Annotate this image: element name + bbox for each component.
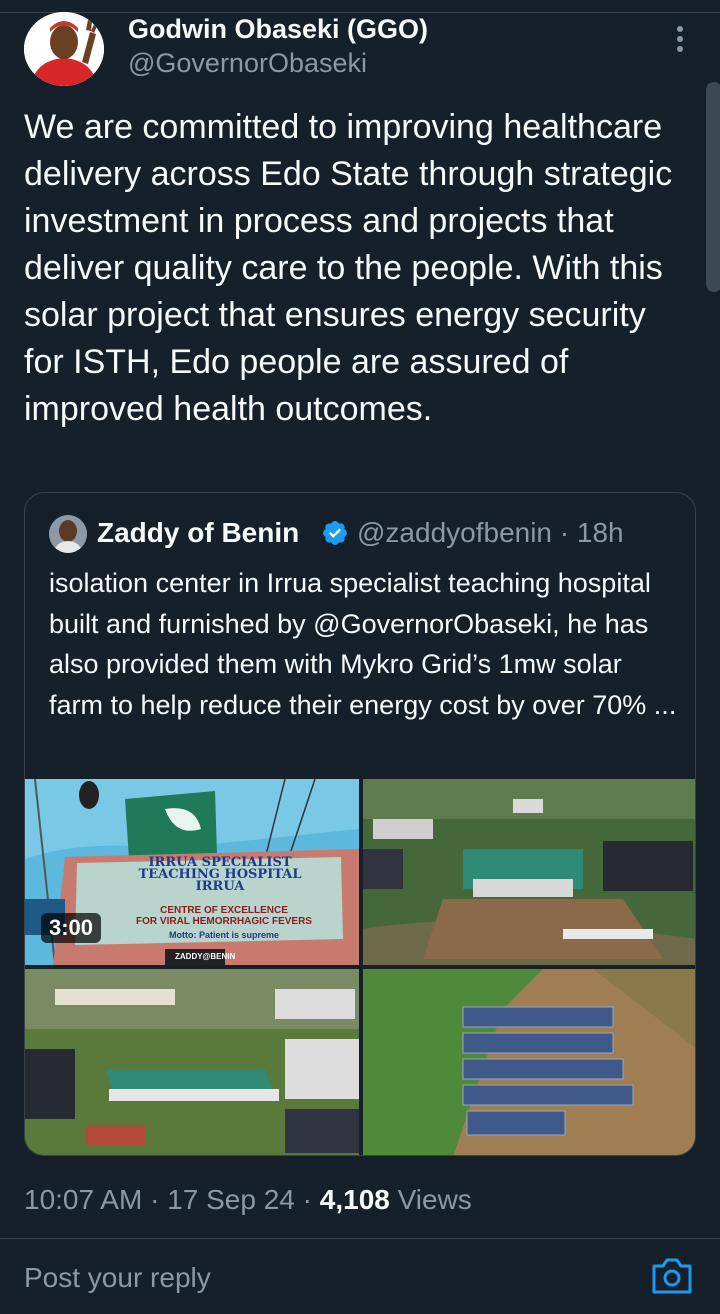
tweet-date[interactable]: 17 Sep 24: [167, 1184, 295, 1215]
more-options-icon[interactable]: [664, 22, 696, 56]
reply-input[interactable]: [24, 1258, 624, 1298]
tweet-meta: 10:07 AM · 17 Sep 24 · 4,108 Views: [24, 1184, 472, 1216]
sign-header: IRRUA SPECIALIST TEACHING HOSPITAL IRRUA: [95, 856, 345, 894]
image-solar-farm[interactable]: [363, 969, 695, 1155]
video-thumbnail-sign[interactable]: IRRUA SPECIALIST TEACHING HOSPITAL IRRUA…: [25, 779, 359, 965]
sign-line-4: CENTRE OF EXCELLENCE: [160, 905, 288, 916]
quote-author-avatar[interactable]: [49, 515, 87, 553]
top-divider: [0, 12, 720, 13]
separator: ·: [552, 517, 577, 548]
sign-body: CENTRE OF EXCELLENCE FOR VIRAL HEMORRHAG…: [109, 905, 339, 941]
sign-line-5: FOR VIRAL HEMORRHAGIC FEVERS: [136, 916, 312, 927]
tweet-time[interactable]: 10:07 AM: [24, 1184, 142, 1215]
sign-watermark: ZADDY@BENIN: [175, 952, 236, 961]
tweet-text: We are committed to improving healthcare…: [24, 108, 673, 428]
quote-text: isolation center in Irrua specialist tea…: [49, 568, 677, 720]
video-duration: 3:00: [41, 913, 102, 943]
sign-line-6: Motto: Patient is supreme: [168, 930, 279, 940]
dot: [677, 36, 683, 42]
quote-age: 18h: [576, 517, 624, 548]
author-handle[interactable]: @GovernorObaseki: [128, 48, 367, 79]
views-count[interactable]: 4,108: [320, 1184, 390, 1215]
image-aerial-campus[interactable]: [25, 969, 359, 1155]
dot: [677, 46, 683, 52]
quote-author-name[interactable]: Zaddy of Benin: [97, 517, 299, 549]
separator: ·: [142, 1184, 168, 1215]
camera-icon[interactable]: [650, 1256, 694, 1296]
quote-handle-and-time[interactable]: @zaddyofbenin · 18h: [357, 517, 624, 549]
sign-line-3: IRRUA: [195, 879, 245, 894]
quote-author-handle: @zaddyofbenin: [357, 517, 553, 548]
image-aerial-hospital[interactable]: [363, 779, 695, 965]
author-name[interactable]: Godwin Obaseki (GGO): [128, 14, 428, 45]
verified-badge-icon: [323, 521, 347, 545]
separator: ·: [294, 1184, 320, 1215]
media-grid: IRRUA SPECIALIST TEACHING HOSPITAL IRRUA…: [25, 779, 695, 1155]
scrollbar-thumb[interactable]: [706, 82, 720, 292]
author-avatar[interactable]: [24, 12, 104, 86]
views-label: Views: [397, 1184, 472, 1215]
quoted-tweet[interactable]: Zaddy of Benin @zaddyofbenin · 18h isola…: [24, 492, 696, 1156]
dot: [677, 26, 683, 32]
divider: [0, 1238, 720, 1239]
